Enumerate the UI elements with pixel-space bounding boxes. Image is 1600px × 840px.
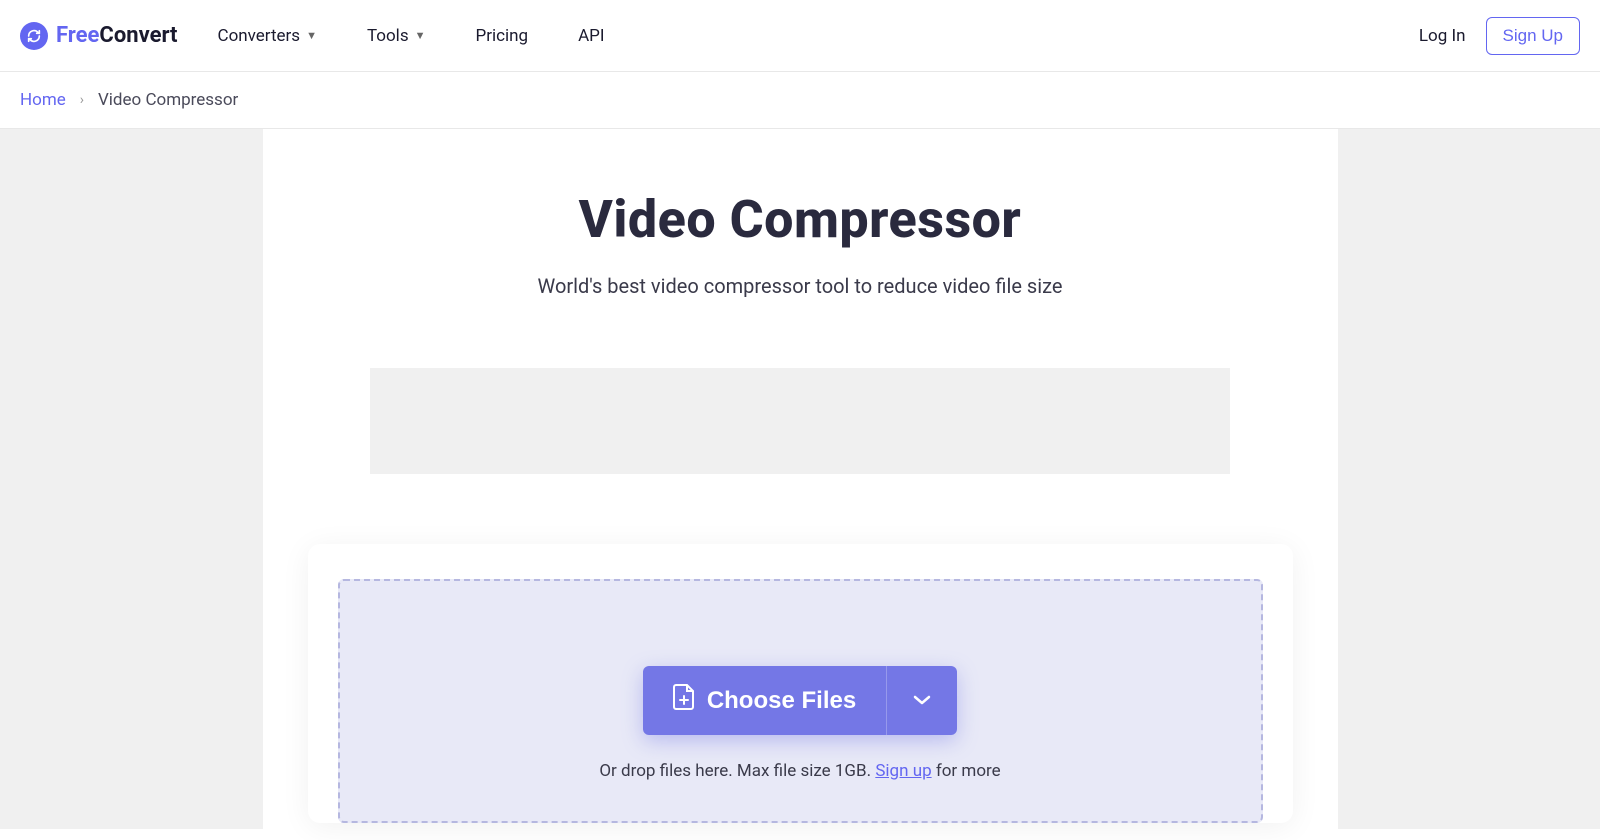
dropzone[interactable]: Choose Files Or drop files here. Max fil… xyxy=(338,579,1263,823)
nav: Converters ▼ Tools ▼ Pricing API xyxy=(218,26,605,46)
chevron-down-icon: ▼ xyxy=(306,29,317,42)
ad-placeholder xyxy=(370,368,1230,474)
drop-hint-prefix: Or drop files here. Max file size 1GB. xyxy=(599,761,875,781)
logo-text: FreeConvert xyxy=(56,23,178,48)
nav-label: Tools xyxy=(367,26,409,46)
nav-pricing[interactable]: Pricing xyxy=(475,26,528,46)
breadcrumb-current: Video Compressor xyxy=(98,90,238,110)
signup-link-inline[interactable]: Sign up xyxy=(875,761,931,781)
file-add-icon xyxy=(673,684,695,717)
nav-tools[interactable]: Tools ▼ xyxy=(367,26,426,46)
nav-converters[interactable]: Converters ▼ xyxy=(218,26,317,46)
upload-card: Choose Files Or drop files here. Max fil… xyxy=(308,544,1293,823)
choose-files-dropdown-button[interactable] xyxy=(886,666,957,735)
nav-api[interactable]: API xyxy=(578,26,604,46)
breadcrumb-home[interactable]: Home xyxy=(20,90,66,110)
drop-hint: Or drop files here. Max file size 1GB. S… xyxy=(340,761,1261,781)
header-right: Log In Sign Up xyxy=(1419,17,1580,55)
page-subtitle: World's best video compressor tool to re… xyxy=(263,274,1338,298)
page-background: Video Compressor World's best video comp… xyxy=(0,129,1600,829)
nav-label: API xyxy=(578,26,604,46)
chevron-down-icon xyxy=(913,693,931,708)
drop-hint-suffix: for more xyxy=(932,761,1001,781)
breadcrumb: Home › Video Compressor xyxy=(0,72,1600,129)
nav-label: Converters xyxy=(218,26,301,46)
choose-files-label: Choose Files xyxy=(707,687,856,715)
header: FreeConvert Converters ▼ Tools ▼ Pricing… xyxy=(0,0,1600,72)
chevron-down-icon: ▼ xyxy=(415,29,426,42)
page-title: Video Compressor xyxy=(263,189,1338,250)
logo-icon xyxy=(20,22,48,50)
choose-files-button[interactable]: Choose Files xyxy=(643,666,886,735)
logo[interactable]: FreeConvert xyxy=(20,22,178,50)
chevron-right-icon: › xyxy=(80,92,84,108)
login-link[interactable]: Log In xyxy=(1419,26,1466,46)
main-content: Video Compressor World's best video comp… xyxy=(263,129,1338,829)
nav-label: Pricing xyxy=(475,26,528,46)
choose-files-group: Choose Files xyxy=(643,666,957,735)
signup-button[interactable]: Sign Up xyxy=(1486,17,1580,55)
